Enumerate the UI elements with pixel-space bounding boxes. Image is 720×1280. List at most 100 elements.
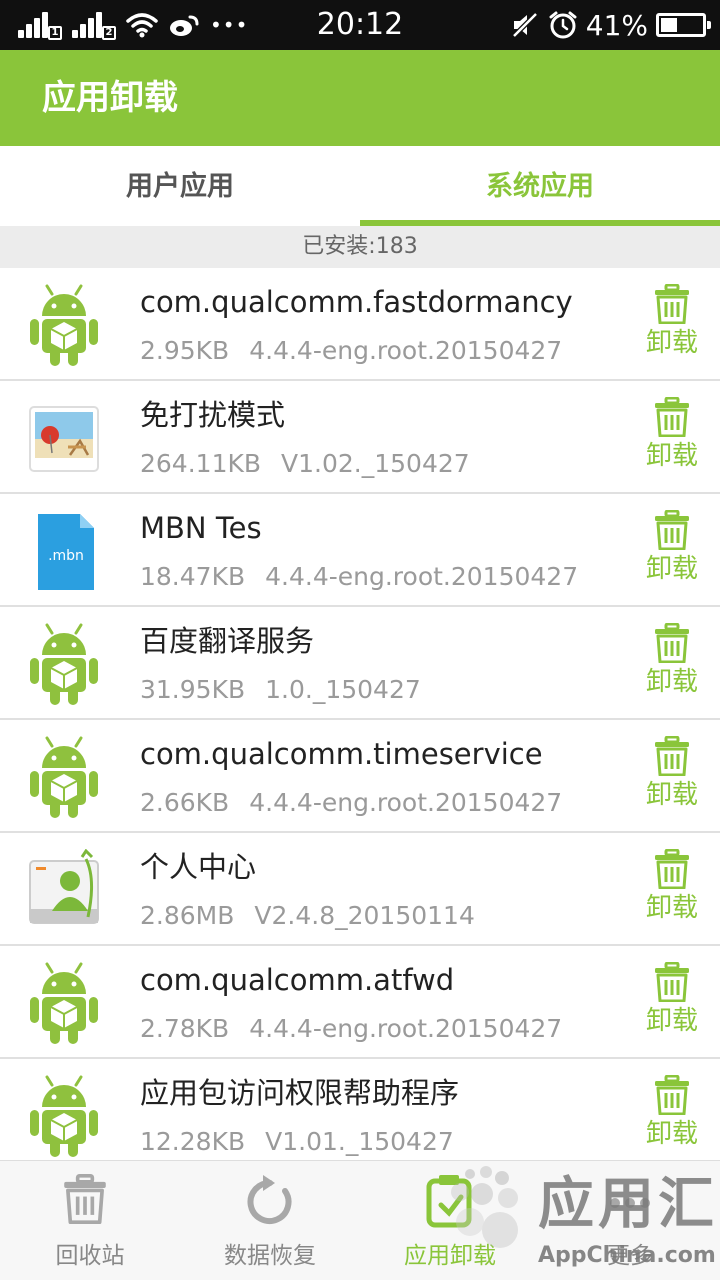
app-meta: 2.78KB 4.4.4-eng.root.20150427 [140, 1012, 562, 1046]
app-row[interactable]: .mbn MBN Tes 18.47KB 4.4.4-eng.root.20150… [0, 494, 720, 607]
installed-count: 已安装:183 [0, 226, 720, 268]
app-row[interactable]: 免打扰模式 264.11KB V1.02._150427 卸载 [0, 381, 720, 494]
nav-label: 数据恢复 [224, 1243, 316, 1269]
battery-icon [656, 13, 711, 37]
app-size: 18.47KB [140, 562, 246, 591]
app-version: V2.4.8_20150114 [254, 901, 475, 930]
app-size: 12.28KB [140, 1127, 246, 1156]
battery-percent: 41% [585, 8, 648, 42]
contact-card-icon [22, 848, 106, 933]
uninstall-label: 卸载 [645, 441, 698, 471]
alarm-icon [549, 11, 577, 39]
more-icon [603, 1173, 657, 1231]
beach-photo-icon [22, 397, 106, 481]
app-name: 应用包访问权限帮助程序 [140, 1076, 460, 1110]
uninstall-icon [423, 1173, 477, 1231]
tab-system-apps[interactable]: 系统应用 [360, 146, 720, 226]
trash-icon [63, 1173, 117, 1231]
nav-item-app-uninstall[interactable]: 应用卸载 [360, 1161, 540, 1280]
battery-fill [661, 18, 677, 32]
app-row[interactable]: com.qualcomm.timeservice 2.66KB 4.4.4-eng… [0, 720, 720, 833]
app-size: 2.66KB [140, 788, 230, 817]
trash-icon [654, 961, 690, 1003]
uninstall-button[interactable]: 卸载 [636, 847, 708, 931]
trash-icon [654, 396, 690, 438]
nav-label: 应用卸载 [404, 1243, 496, 1269]
nav-item-recycle-bin[interactable]: 回收站 [0, 1161, 180, 1280]
trash-icon [654, 283, 690, 325]
app-version: 4.4.4-eng.root.20150427 [249, 1014, 563, 1043]
app-meta: 12.28KB V1.01._150427 [140, 1125, 454, 1159]
app-name: 免打扰模式 [140, 398, 286, 432]
app-size: 2.78KB [140, 1014, 230, 1043]
refresh-icon [243, 1173, 297, 1231]
uninstall-button[interactable]: 卸载 [636, 621, 708, 705]
nav-item-data-recovery[interactable]: 数据恢复 [180, 1161, 360, 1280]
uninstall-button[interactable]: 卸载 [636, 508, 708, 592]
uninstall-button[interactable]: 卸载 [636, 395, 708, 479]
uninstall-label: 卸载 [645, 1119, 698, 1149]
uninstall-button[interactable]: 卸载 [636, 734, 708, 818]
app-size: 2.95KB [140, 336, 230, 365]
android-robot-icon [22, 736, 106, 820]
uninstall-label: 卸载 [645, 667, 698, 697]
app-name: com.qualcomm.timeservice [140, 737, 543, 771]
uninstall-label: 卸载 [645, 1006, 698, 1036]
mbn-file-icon: .mbn [22, 510, 106, 594]
app-name: 百度翻译服务 [140, 624, 315, 658]
uninstall-button[interactable]: 卸载 [636, 282, 708, 366]
app-name: com.qualcomm.atfwd [140, 963, 455, 997]
page-title: 应用卸载 [42, 78, 178, 118]
tab-bar: 用户应用 系统应用 [0, 146, 720, 226]
app-meta: 2.86MB V2.4.8_20150114 [140, 899, 475, 933]
bottom-nav: 回收站 数据恢复 应用卸载 更多 [0, 1160, 720, 1280]
svg-text:.mbn: .mbn [48, 548, 84, 564]
trash-icon [654, 735, 690, 777]
app-meta: 2.95KB 4.4.4-eng.root.20150427 [140, 334, 562, 368]
nav-label: 回收站 [55, 1243, 125, 1269]
app-name: 个人中心 [140, 850, 257, 884]
uninstall-label: 卸载 [645, 554, 698, 584]
nav-item-more[interactable]: 更多 [540, 1161, 720, 1280]
mute-icon [510, 11, 539, 39]
uninstall-button[interactable]: 卸载 [636, 1073, 708, 1157]
app-row[interactable]: com.qualcomm.fastdormancy 2.95KB 4.4.4-en… [0, 268, 720, 381]
app-row[interactable]: 应用包访问权限帮助程序 12.28KB V1.01._150427 卸载 [0, 1059, 720, 1160]
app-name: com.qualcomm.fastdormancy [140, 285, 573, 319]
trash-icon [654, 622, 690, 664]
app-size: 264.11KB [140, 449, 262, 478]
app-version: V1.01._150427 [265, 1127, 454, 1156]
nav-label: 更多 [607, 1243, 653, 1269]
app-meta: 264.11KB V1.02._150427 [140, 447, 470, 481]
app-meta: 31.95KB 1.0._150427 [140, 673, 421, 707]
uninstall-label: 卸载 [645, 893, 698, 923]
app-version: V1.02._150427 [281, 449, 470, 478]
app-size: 31.95KB [140, 675, 246, 704]
app-row[interactable]: 百度翻译服务 31.95KB 1.0._150427 卸载 [0, 607, 720, 720]
app-row[interactable]: 个人中心 2.86MB V2.4.8_20150114 卸载 [0, 833, 720, 946]
tab-user-apps[interactable]: 用户应用 [0, 146, 360, 226]
uninstall-label: 卸载 [645, 328, 698, 358]
trash-icon [654, 1074, 690, 1116]
status-right-icons: 41% [510, 6, 711, 44]
trash-icon [654, 848, 690, 890]
app-meta: 2.66KB 4.4.4-eng.root.20150427 [140, 786, 562, 820]
app-version: 4.4.4-eng.root.20150427 [249, 788, 563, 817]
uninstall-label: 卸载 [645, 780, 698, 810]
trash-icon [654, 509, 690, 551]
android-robot-icon [22, 1075, 106, 1159]
app-row[interactable]: com.qualcomm.atfwd 2.78KB 4.4.4-eng.root.… [0, 946, 720, 1059]
app-version: 4.4.4-eng.root.20150427 [265, 562, 579, 591]
app-meta: 18.47KB 4.4.4-eng.root.20150427 [140, 560, 578, 594]
app-version: 4.4.4-eng.root.20150427 [249, 336, 563, 365]
app-size: 2.86MB [140, 901, 235, 930]
uninstall-button[interactable]: 卸载 [636, 960, 708, 1044]
app-name: MBN Tes [140, 511, 262, 545]
app-version: 1.0._150427 [265, 675, 421, 704]
android-robot-icon [22, 284, 106, 368]
app-list[interactable]: com.qualcomm.fastdormancy 2.95KB 4.4.4-en… [0, 268, 720, 1160]
android-robot-icon [22, 623, 106, 707]
android-robot-icon [22, 962, 106, 1046]
status-bar: 1 2 ••• 20:12 41% [0, 0, 720, 50]
title-bar: 应用卸载 [0, 50, 720, 146]
